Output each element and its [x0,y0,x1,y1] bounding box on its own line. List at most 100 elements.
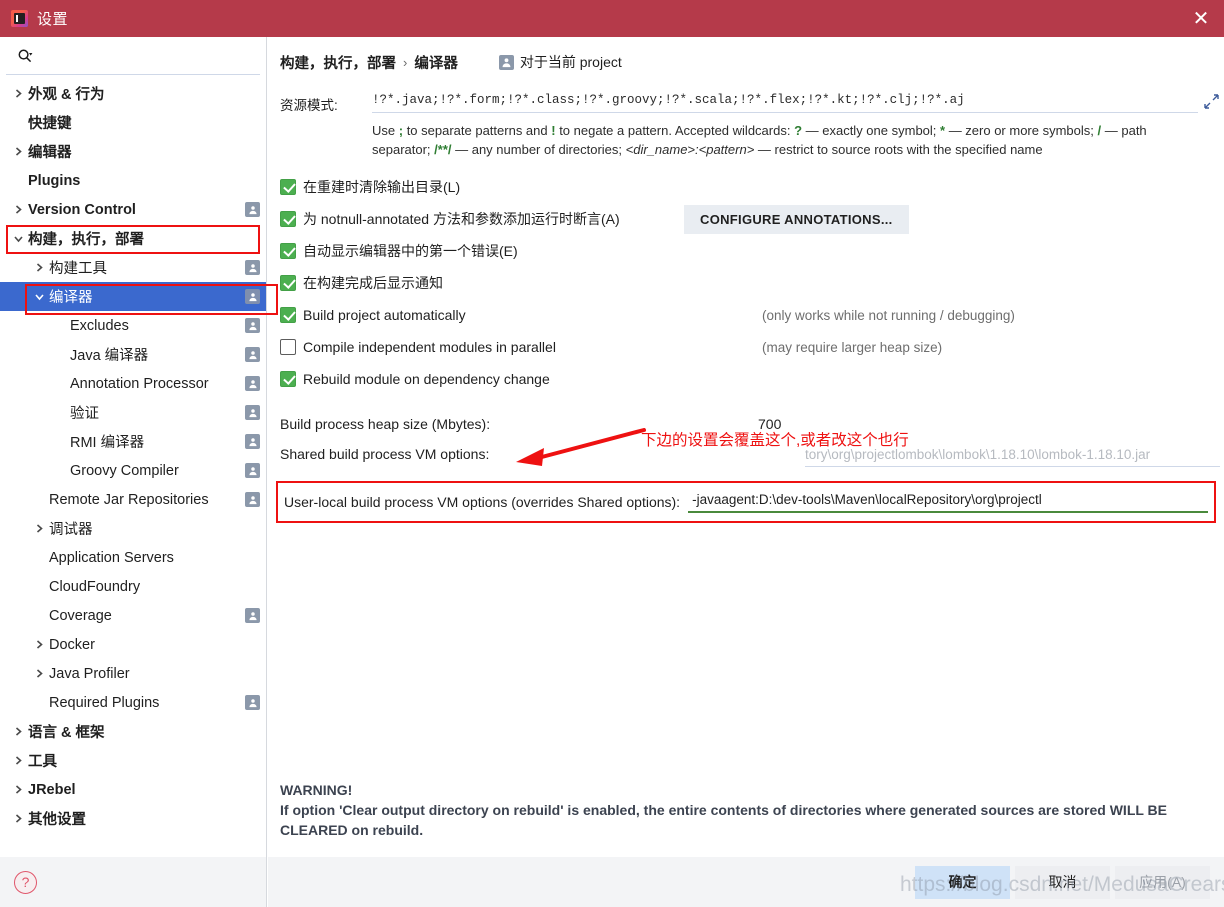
help-p4: — exactly one symbol; [802,123,941,138]
sidebar-item[interactable]: Groovy Compiler [0,456,266,485]
project-scope-icon [245,289,260,304]
configure-annotations-button[interactable]: CONFIGURE ANNOTATIONS... [684,205,909,234]
sidebar-item-label: Version Control [28,201,136,218]
sidebar-item[interactable]: 工具 [0,746,266,775]
compiler-option-label: 为 notnull-annotated 方法和参数添加运行时断言(A) [303,211,620,227]
chevron-right-icon[interactable] [12,145,25,158]
sidebar-item[interactable]: 快捷键 [0,108,266,137]
sidebar-item[interactable]: RMI 编译器 [0,427,266,456]
chevron-right-icon[interactable] [12,812,25,825]
compiler-option-row: Build project automatically (only works w… [280,299,1224,331]
breadcrumb-root[interactable]: 构建，执行，部署 [280,52,396,73]
compiler-option-row: 为 notnull-annotated 方法和参数添加运行时断言(A) CONFI… [280,203,1224,235]
user-local-vm-input[interactable] [688,490,1208,513]
checkbox-unchecked-icon[interactable] [280,339,296,355]
sidebar-item[interactable]: 构建工具 [0,253,266,282]
chevron-right-icon[interactable] [12,87,25,100]
project-scope-icon [245,376,260,391]
sidebar-item[interactable]: 构建，执行，部署 [0,224,266,253]
sidebar-item[interactable]: Java Profiler [0,659,266,688]
sidebar-item[interactable]: 验证 [0,398,266,427]
project-scope-icon [245,260,260,275]
resource-patterns-help: Use ; to separate patterns and ! to nega… [372,121,1224,159]
sidebar-item-label: 构建工具 [49,261,107,277]
shared-vm-input[interactable]: tory\org\projectlombok\lombok\1.18.10\lo… [805,447,1220,467]
sidebar-item[interactable]: Remote Jar Repositories [0,485,266,514]
sidebar-item[interactable]: Plugins [0,166,266,195]
sidebar-item[interactable]: 语言 & 框架 [0,717,266,746]
chevron-down-icon[interactable] [12,232,25,245]
sidebar-item-label: Coverage [49,607,112,624]
sidebar-item[interactable]: Annotation Processor [0,369,266,398]
sidebar-item-label: Java Profiler [49,665,130,682]
sidebar-item[interactable]: 调试器 [0,514,266,543]
sidebar-item-label: 外观 & 行为 [28,87,105,103]
checkbox-checked-icon[interactable] [280,307,296,323]
help-p8: — restrict to source roots with the spec… [754,142,1043,157]
cancel-button[interactable]: 取消 [1015,865,1110,899]
project-scope-icon [498,54,514,70]
help-t3: ? [794,123,803,138]
warning-text: WARNING! If option 'Clear output directo… [280,780,1210,840]
help-t6: /**/ [434,142,452,157]
warning-body: If option 'Clear output directory on reb… [280,802,1168,838]
chevron-right-icon[interactable] [12,783,25,796]
checkbox-checked-icon[interactable] [280,371,296,387]
chevron-right-icon[interactable] [33,667,46,680]
sidebar-item[interactable]: Required Plugins [0,688,266,717]
search-input[interactable] [36,47,260,64]
sidebar-item[interactable]: Excludes [0,311,266,340]
resource-patterns-input[interactable] [372,91,1198,113]
sidebar-item-label: 编译器 [49,290,93,306]
apply-button[interactable]: 应用(A) [1115,865,1210,899]
sidebar-item-label: 快捷键 [28,116,72,132]
sidebar-item-label: Remote Jar Repositories [49,491,209,508]
help-question-icon[interactable]: ? [14,870,37,894]
help-p7: — any number of directories; [451,142,626,157]
compiler-option-label: 在重建时清除输出目录(L) [303,179,461,195]
sidebar-item-label: CloudFoundry [49,578,141,595]
chevron-right-icon[interactable] [33,638,46,651]
close-icon[interactable]: ✕ [1178,0,1224,37]
ok-button[interactable]: 确定 [915,865,1010,899]
sidebar-item-label: Plugins [28,172,81,189]
search-row [6,37,260,75]
sidebar-item[interactable]: 其他设置 [0,804,266,833]
window-title: 设置 [37,11,69,28]
sidebar-item-label: Application Servers [49,549,174,566]
sidebar-item-label: JRebel [28,781,76,798]
checkbox-checked-icon[interactable] [280,179,296,195]
compiler-option-label: Rebuild module on dependency change [303,371,550,387]
sidebar-item[interactable]: Application Servers [0,543,266,572]
chevron-right-icon[interactable] [12,754,25,767]
sidebar-item-label: 语言 & 框架 [28,725,105,741]
breadcrumb-leaf: 编译器 [414,55,458,72]
sidebar-item[interactable]: 编辑器 [0,137,266,166]
chevron-right-icon[interactable] [12,203,25,216]
chevron-down-icon[interactable] [33,290,46,303]
project-scope-icon [245,608,260,623]
project-scope-icon [245,434,260,449]
sidebar-item[interactable]: 编译器 [0,282,266,311]
checkbox-checked-icon[interactable] [280,211,296,227]
project-scope-icon [245,318,260,333]
compiler-option-row: 自动显示编辑器中的第一个错误(E) [280,235,1224,267]
sidebar-item[interactable]: CloudFoundry [0,572,266,601]
sidebar-item[interactable]: Docker [0,630,266,659]
sidebar-item-label: Excludes [70,317,129,334]
expand-diagonal-icon[interactable] [1198,91,1224,110]
sidebar-item[interactable]: 外观 & 行为 [0,79,266,108]
project-scope-icon [245,463,260,478]
sidebar-item[interactable]: Java 编译器 [0,340,266,369]
checkbox-checked-icon[interactable] [280,243,296,259]
sidebar-item[interactable]: JRebel [0,775,266,804]
checkbox-checked-icon[interactable] [280,275,296,291]
breadcrumb: 构建，执行，部署 › 编译器 对于当前 project [268,45,1224,79]
chevron-right-icon[interactable] [33,261,46,274]
chevron-right-icon[interactable] [12,725,25,738]
sidebar-item[interactable]: Version Control [0,195,266,224]
sidebar-item[interactable]: Coverage [0,601,266,630]
help-p1: Use [372,123,399,138]
help-p2: to separate patterns and [403,123,552,138]
chevron-right-icon[interactable] [33,522,46,535]
